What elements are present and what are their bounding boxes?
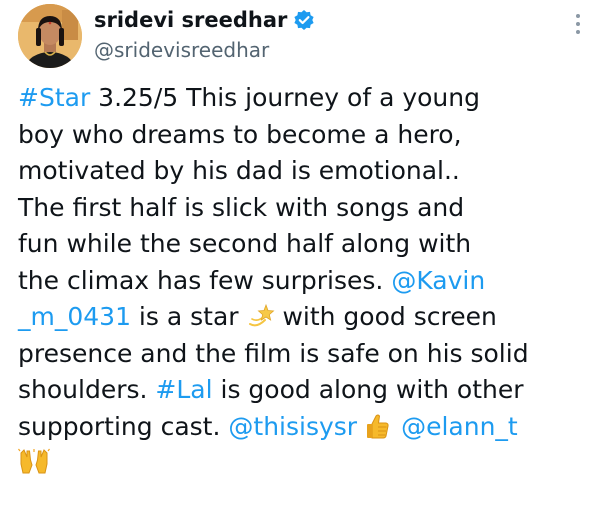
tweet-text-segment: is a star — [130, 302, 247, 331]
tweet-line: motivated by his dad is emotional.. — [18, 156, 460, 185]
tweet-text-segment: shoulders. — [18, 375, 156, 404]
tweet-text-segment: the climax has few surprises. — [18, 265, 392, 295]
tweet-line: presence and the film is safe on his sol… — [18, 338, 529, 368]
thumbs-up-emoji — [363, 412, 391, 440]
tweet-text-segment: 3.25/5 This journey of a young — [90, 83, 480, 112]
mention-thisisysr[interactable]: @thisisysr — [228, 412, 357, 441]
tweet-line: #Star 3.25/5 This journey of a young — [18, 80, 588, 117]
mention-elann-t[interactable]: @elann_t — [401, 412, 518, 441]
tweet-line: supporting cast. @thisisysr @elann_t — [18, 409, 588, 446]
avatar[interactable] — [18, 4, 82, 68]
tweet-text-segment: supporting cast. — [18, 411, 229, 441]
more-options-icon[interactable] — [572, 14, 584, 40]
dizzy-star-emoji — [247, 302, 275, 330]
verified-badge-icon — [293, 9, 315, 31]
tweet-line — [18, 445, 588, 482]
tweet-line: boy who dreams to become a hero, — [18, 119, 462, 149]
tweet-line: The first half is slick with songs and — [18, 192, 465, 222]
author-display-name[interactable]: sridevi sreedhar — [94, 8, 287, 32]
tweet-line: shoulders. #Lal is good along with other — [18, 372, 588, 409]
hashtag-lal[interactable]: #Lal — [155, 375, 212, 404]
tweet-line: the climax has few surprises. @Kavin — [18, 263, 588, 300]
tweet-line: fun while the second half along with — [18, 229, 472, 258]
tweet-header: sridevi sreedhar @sridevisreedhar — [18, 4, 584, 68]
hashtag-star[interactable]: #Star — [18, 83, 90, 112]
tweet-body: #Star 3.25/5 This journey of a young boy… — [18, 80, 588, 482]
tweet-text-segment: with good screen — [274, 302, 497, 331]
tweet-line: _m_0431 is a star with good screen — [18, 299, 588, 336]
author-handle[interactable]: @sridevisreedhar — [94, 38, 269, 62]
author-name-row: sridevi sreedhar — [94, 8, 315, 32]
tweet-text-segment: is good along with other — [212, 375, 524, 404]
raised-hands-emoji — [18, 448, 50, 476]
mention-kavin-continued[interactable]: _m_0431 — [18, 302, 131, 331]
mention-kavin[interactable]: @Kavin — [391, 266, 485, 295]
